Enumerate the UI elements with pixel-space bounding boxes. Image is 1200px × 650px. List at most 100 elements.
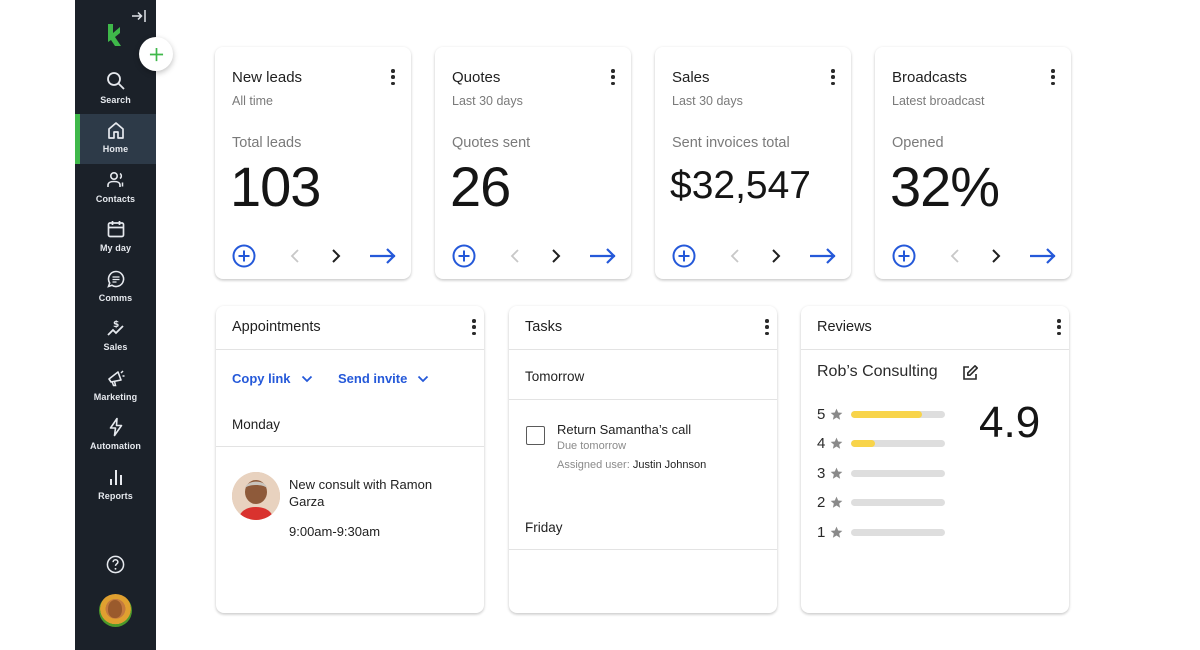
arrow-right-icon[interactable]: [369, 244, 397, 268]
task-checkbox[interactable]: [526, 426, 545, 445]
stat-label: Opened: [892, 135, 944, 151]
search-icon: [106, 72, 125, 90]
card-subtitle: Latest broadcast: [892, 94, 985, 108]
contacts-icon: [106, 171, 123, 187]
sidebar-item-automation[interactable]: Automation: [75, 411, 156, 461]
sidebar-item-label: Home: [102, 144, 129, 154]
card-subtitle: All time: [232, 94, 273, 108]
tasks-card: Tasks Tomorrow Return Samantha’s call Du…: [509, 306, 777, 613]
task-group-label: Friday: [525, 520, 563, 535]
chevron-down-icon: [301, 375, 312, 382]
keap-logo-icon[interactable]: [106, 24, 124, 46]
rating-row: 5: [817, 405, 952, 423]
reviews-card: Reviews Rob’s Consulting 5 4 3 2 1 4.9: [801, 306, 1069, 613]
chevron-right-icon[interactable]: [765, 246, 785, 266]
more-options-icon[interactable]: [830, 69, 836, 85]
sidebar-item-label: Automation: [90, 441, 141, 451]
help-icon[interactable]: [106, 555, 125, 574]
sidebar-item-search[interactable]: Search: [75, 65, 156, 115]
more-options-icon[interactable]: [1056, 319, 1062, 335]
appointments-card: Appointments Copy link Send invite Monda…: [216, 306, 484, 613]
rating-stars-count: 1: [817, 523, 826, 541]
card-title: Reviews: [817, 319, 872, 335]
home-icon: [107, 122, 124, 139]
chevron-right-icon[interactable]: [985, 246, 1005, 266]
task-assigned: Assigned user: Justin Johnson: [557, 459, 706, 471]
business-name: Rob’s Consulting: [817, 363, 938, 380]
sidebar-item-reports[interactable]: Reports: [75, 461, 156, 511]
chevron-left-icon[interactable]: [726, 246, 746, 266]
star-icon: [830, 496, 843, 508]
add-circle-icon[interactable]: [892, 244, 916, 268]
task-due: Due tomorrow: [557, 440, 627, 452]
rating-stars-count: 2: [817, 493, 826, 511]
collapse-sidebar-icon[interactable]: [131, 9, 147, 23]
stat-value: $32,547: [670, 164, 811, 207]
arrow-right-icon[interactable]: [809, 244, 837, 268]
chevron-down-icon: [418, 375, 429, 382]
chevron-left-icon[interactable]: [506, 246, 526, 266]
contact-avatar: [232, 472, 280, 520]
card-title: Quotes: [452, 69, 501, 86]
more-options-icon[interactable]: [764, 319, 770, 335]
sidebar-item-label: Marketing: [93, 392, 138, 402]
star-icon: [830, 467, 843, 479]
send-invite-dropdown[interactable]: Send invite: [338, 371, 429, 386]
stat-card-sales: Sales Last 30 days Sent invoices total $…: [655, 47, 851, 279]
sales-icon: $: [106, 320, 124, 336]
divider: [216, 446, 484, 447]
rating-row: 1: [817, 523, 952, 541]
more-options-icon[interactable]: [610, 69, 616, 85]
divider: [509, 399, 777, 400]
divider: [509, 549, 777, 550]
card-subtitle: Last 30 days: [452, 94, 523, 108]
chevron-left-icon[interactable]: [286, 246, 306, 266]
card-actions: [672, 244, 837, 268]
arrow-right-icon[interactable]: [1029, 244, 1057, 268]
arrow-right-icon[interactable]: [589, 244, 617, 268]
sidebar-item-contacts[interactable]: Contacts: [75, 164, 156, 214]
sidebar-item-my-day[interactable]: My day: [75, 213, 156, 263]
divider: [801, 349, 1069, 350]
stat-card-broadcasts: Broadcasts Latest broadcast Opened 32%: [875, 47, 1071, 279]
bar-chart-icon: [109, 470, 122, 485]
chevron-right-icon[interactable]: [545, 246, 565, 266]
sidebar-item-comms[interactable]: Comms: [75, 263, 156, 313]
chat-icon: [106, 270, 124, 288]
card-actions: [892, 244, 1057, 268]
sidebar-item-marketing[interactable]: Marketing: [75, 362, 156, 412]
task-title[interactable]: Return Samantha’s call: [557, 422, 691, 437]
day-label: Monday: [232, 417, 281, 432]
appointment-title[interactable]: New consult with Ramon Garza: [289, 476, 464, 510]
sidebar-item-home[interactable]: Home: [75, 114, 156, 164]
edit-icon[interactable]: [961, 364, 979, 382]
add-circle-icon[interactable]: [452, 244, 476, 268]
sidebar-item-label: Contacts: [95, 194, 136, 204]
chevron-right-icon[interactable]: [325, 246, 345, 266]
user-avatar[interactable]: [99, 594, 132, 627]
rating-bar: [851, 528, 945, 536]
chevron-left-icon[interactable]: [946, 246, 966, 266]
rating-row: 3: [817, 465, 952, 482]
sidebar-item-label: Sales: [103, 342, 128, 352]
stat-label: Quotes sent: [452, 135, 531, 151]
sidebar-item-label: Reports: [98, 491, 133, 501]
card-actions: [452, 244, 617, 268]
divider: [216, 349, 484, 350]
divider: [509, 349, 777, 350]
stat-value: 103: [230, 155, 321, 218]
star-icon: [830, 437, 843, 449]
rating-stars-count: 5: [817, 405, 826, 423]
add-button[interactable]: [139, 37, 173, 71]
add-circle-icon[interactable]: [232, 244, 256, 268]
more-options-icon[interactable]: [1050, 69, 1056, 85]
more-options-icon[interactable]: [471, 319, 477, 335]
rating-row: 2: [817, 493, 952, 511]
card-title: Tasks: [525, 319, 563, 335]
more-options-icon[interactable]: [390, 69, 396, 85]
add-circle-icon[interactable]: [672, 244, 696, 268]
copy-link-dropdown[interactable]: Copy link: [232, 371, 313, 386]
rating-bar: [851, 469, 945, 477]
sidebar-item-sales[interactable]: $ Sales: [75, 312, 156, 362]
task-group-label: Tomorrow: [525, 369, 585, 384]
